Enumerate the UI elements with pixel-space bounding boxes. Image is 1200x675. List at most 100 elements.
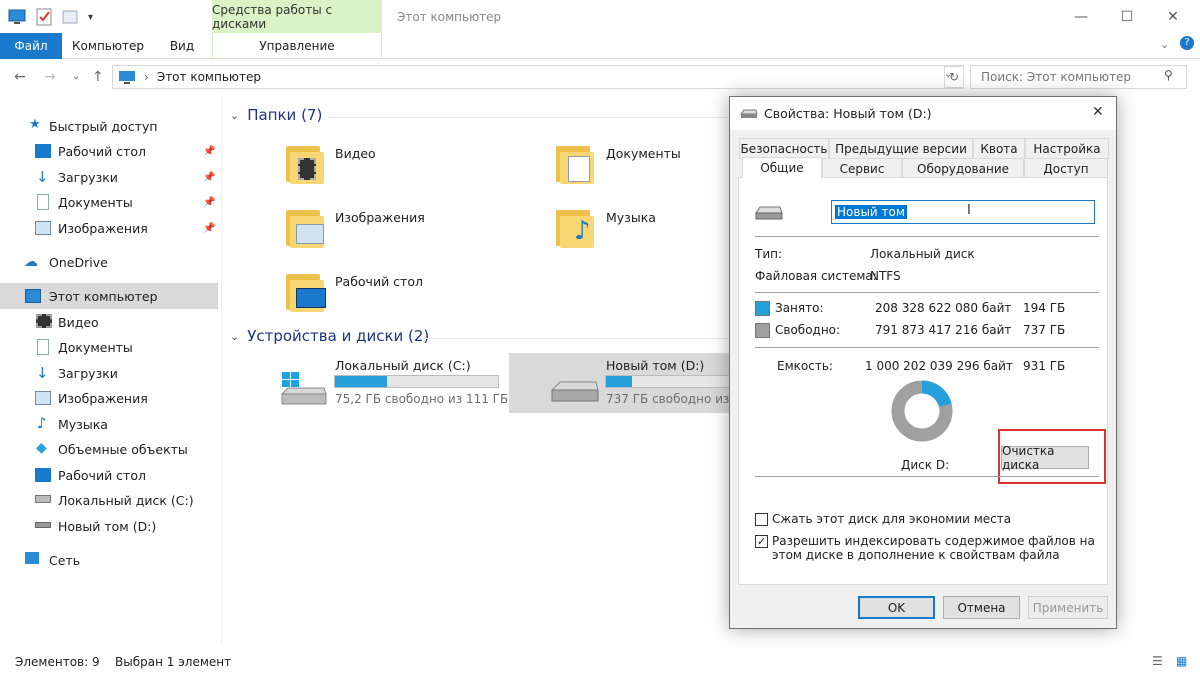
customize-qat-icon[interactable]: ▾: [88, 12, 93, 23]
nav-pc-videos[interactable]: Видео: [0, 309, 218, 335]
tab-computer[interactable]: Компьютер: [62, 33, 154, 59]
tab-general[interactable]: Общие: [742, 157, 822, 178]
tab-security[interactable]: Безопасность: [739, 138, 829, 159]
used-color-swatch: [755, 301, 770, 316]
ribbon-tabs: Файл Компьютер Вид Управление ⌄ ?: [0, 33, 1200, 59]
folder-music-icon[interactable]: ♪: [556, 204, 596, 248]
nav-quick-desktop[interactable]: Рабочий стол 📌: [0, 138, 218, 164]
tab-file[interactable]: Файл: [0, 33, 62, 59]
recent-locations-icon[interactable]: ⌄: [72, 71, 80, 82]
title-bar: ▾ Средства работы с дисками Этот компьют…: [0, 0, 1200, 33]
quick-access-toolbar: ▾: [8, 8, 93, 26]
maximize-button[interactable]: ☐: [1104, 0, 1150, 33]
breadcrumb-chevron-icon[interactable]: ›: [144, 70, 149, 84]
pin-icon[interactable]: 📌: [203, 146, 215, 157]
index-label[interactable]: Разрешить индексировать содержимое файло…: [772, 534, 1102, 562]
index-checkbox[interactable]: ✓: [755, 535, 768, 548]
compress-checkbox[interactable]: [755, 513, 768, 526]
nav-label: Загрузки: [58, 365, 118, 381]
star-icon: ★: [29, 117, 41, 132]
refresh-icon[interactable]: ↻: [944, 66, 964, 88]
minimize-button[interactable]: —: [1058, 0, 1104, 33]
tab-sharing[interactable]: Доступ: [1024, 158, 1108, 179]
tab-view[interactable]: Вид: [160, 33, 204, 59]
compress-label[interactable]: Сжать этот диск для экономии места: [772, 512, 1011, 526]
folder-pictures-icon[interactable]: [286, 204, 326, 248]
nav-pc-music[interactable]: ♪ Музыка: [0, 411, 218, 437]
nav-pc-drive-c[interactable]: Локальный диск (C:): [0, 487, 218, 513]
tab-quota[interactable]: Квота: [973, 138, 1025, 159]
computer-icon[interactable]: [8, 9, 26, 25]
help-icon[interactable]: ?: [1180, 36, 1194, 50]
apply-button[interactable]: Применить: [1028, 596, 1108, 619]
pane-divider[interactable]: [221, 94, 222, 644]
capacity-gb: 931 ГБ: [1023, 359, 1066, 373]
folder-desktop[interactable]: Рабочий стол: [335, 274, 423, 289]
nav-quick-pictures[interactable]: Изображения 📌: [0, 215, 218, 241]
nav-pc-desktop[interactable]: Рабочий стол: [0, 462, 218, 488]
ok-button[interactable]: OK: [858, 596, 935, 619]
nav-onedrive[interactable]: ☁ OneDrive: [0, 249, 218, 275]
folder-video-icon[interactable]: [286, 140, 326, 184]
tab-manage[interactable]: Управление: [212, 33, 382, 59]
forward-icon[interactable]: →: [44, 69, 56, 85]
back-icon[interactable]: ←: [14, 69, 26, 85]
folder-music[interactable]: Музыка: [606, 210, 656, 225]
folder-pictures[interactable]: Изображения: [335, 210, 425, 225]
nav-network[interactable]: Сеть: [0, 547, 218, 573]
address-bar[interactable]: › Этот компьютер ⌄: [112, 65, 964, 89]
folder-video[interactable]: Видео: [335, 146, 376, 161]
nav-pc-drive-d[interactable]: Новый том (D:): [0, 513, 218, 539]
nav-pc-downloads[interactable]: ↓ Загрузки: [0, 360, 218, 386]
dialog-close-icon[interactable]: ✕: [1092, 104, 1104, 120]
pin-icon[interactable]: 📌: [203, 197, 215, 208]
tab-hardware[interactable]: Оборудование: [902, 158, 1024, 179]
navigation-pane: ★ Быстрый доступ Рабочий стол 📌 ↓ Загруз…: [0, 105, 220, 645]
dialog-title-bar: Свойства: Новый том (D:) ✕: [730, 97, 1116, 130]
collapse-chevron-icon[interactable]: ⌄: [230, 330, 239, 343]
dialog-title: Свойства: Новый том (D:): [764, 106, 932, 121]
nav-pc-3d-objects[interactable]: ◆ Объемные объекты: [0, 436, 218, 462]
folder-documents[interactable]: Документы: [606, 146, 681, 161]
cancel-button[interactable]: Отмена: [943, 596, 1020, 619]
status-selection: Выбран 1 элемент: [115, 655, 232, 669]
nav-this-pc[interactable]: Этот компьютер: [0, 283, 218, 309]
nav-pc-documents[interactable]: Документы: [0, 334, 218, 360]
nav-quick-downloads[interactable]: ↓ Загрузки 📌: [0, 164, 218, 190]
tab-customize[interactable]: Настройка: [1025, 138, 1109, 159]
collapse-chevron-icon[interactable]: ⌄: [230, 109, 239, 122]
fs-label: Файловая система:: [755, 269, 877, 283]
pin-icon[interactable]: 📌: [203, 172, 215, 183]
nav-pc-pictures[interactable]: Изображения: [0, 385, 218, 411]
tab-tools[interactable]: Сервис: [822, 158, 902, 179]
search-input[interactable]: Поиск: Этот компьютер ⚲: [970, 65, 1187, 89]
details-view-icon[interactable]: ☰: [1152, 654, 1163, 668]
expand-ribbon-icon[interactable]: ⌄: [1160, 38, 1169, 51]
properties-icon[interactable]: [36, 8, 52, 26]
film-icon: [36, 314, 52, 328]
group-folders[interactable]: ⌄ Папки (7): [230, 106, 322, 124]
nav-quick-documents[interactable]: Документы 📌: [0, 189, 218, 215]
download-icon: ↓: [36, 168, 49, 186]
pin-icon[interactable]: 📌: [203, 223, 215, 234]
desktop-icon: [35, 144, 51, 158]
tab-previous-versions[interactable]: Предыдущие версии: [829, 138, 973, 159]
folder-desktop-icon[interactable]: [286, 268, 326, 312]
nav-label: Этот компьютер: [49, 288, 158, 304]
close-button[interactable]: ✕: [1150, 0, 1196, 33]
up-icon[interactable]: ↑: [92, 69, 104, 85]
nav-quick-access[interactable]: ★ Быстрый доступ: [0, 113, 218, 139]
volume-name-input[interactable]: Новый том I: [831, 200, 1095, 224]
volume-name-text: Новый том: [835, 205, 907, 219]
cube-icon: ◆: [36, 440, 47, 456]
drive-name: Новый том (D:): [606, 358, 705, 373]
drive-name: Локальный диск (C:): [335, 358, 471, 373]
group-title: Устройства и диски (2): [247, 327, 430, 345]
address-row: ← → ⌄ ↑ › Этот компьютер ⌄ ↻ Поиск: Этот…: [0, 60, 1200, 94]
folder-documents-icon[interactable]: [556, 140, 596, 184]
new-folder-icon[interactable]: [62, 9, 78, 25]
tiles-view-icon[interactable]: ▦: [1176, 654, 1187, 668]
disk-label: Диск D:: [901, 458, 950, 472]
breadcrumb-this-pc[interactable]: Этот компьютер: [157, 70, 261, 84]
group-drives[interactable]: ⌄ Устройства и диски (2): [230, 327, 429, 345]
